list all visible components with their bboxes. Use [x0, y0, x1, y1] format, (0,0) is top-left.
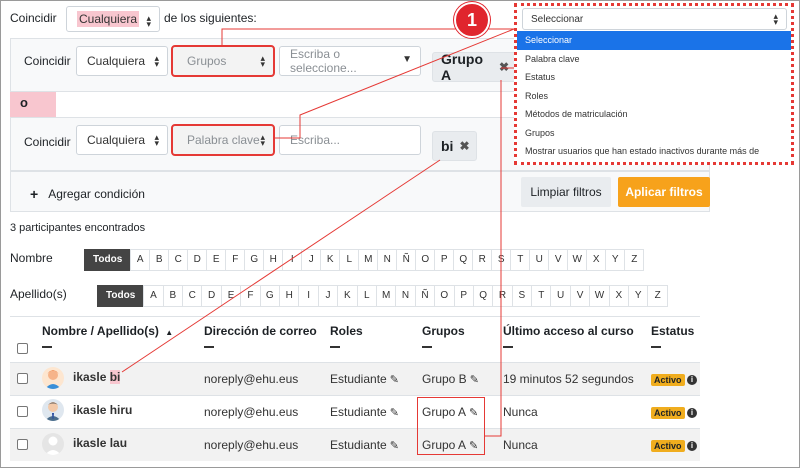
filter-type-dropdown[interactable]: Seleccionar ▴ ▾ Seleccionar Palabra clave E…: [514, 3, 794, 165]
chevron-updown-icon: ▴ ▾: [773, 11, 778, 27]
dropdown-option[interactable]: Seleccionar: [517, 31, 791, 50]
dropdown-option[interactable]: Métodos de matriculación: [517, 105, 791, 124]
annotation-line-bi: [121, 159, 441, 373]
dropdown-value: Seleccionar: [531, 13, 584, 25]
dropdown-option[interactable]: Estatus: [517, 68, 791, 87]
dropdown-options: Seleccionar Palabra clave Estatus Roles Méto…: [517, 31, 791, 161]
dropdown-option[interactable]: Roles: [517, 87, 791, 106]
callout-badge: 1: [454, 2, 490, 38]
annotation-line-type2: [274, 28, 515, 139]
dropdown-option[interactable]: Mostrar usuarios que han estado inactivo…: [517, 142, 791, 161]
annotation-line-group: [485, 80, 502, 437]
dropdown-option[interactable]: Palabra clave: [517, 50, 791, 69]
dropdown-option[interactable]: Grupos: [517, 124, 791, 143]
dropdown-select[interactable]: Seleccionar ▴ ▾: [522, 8, 787, 30]
